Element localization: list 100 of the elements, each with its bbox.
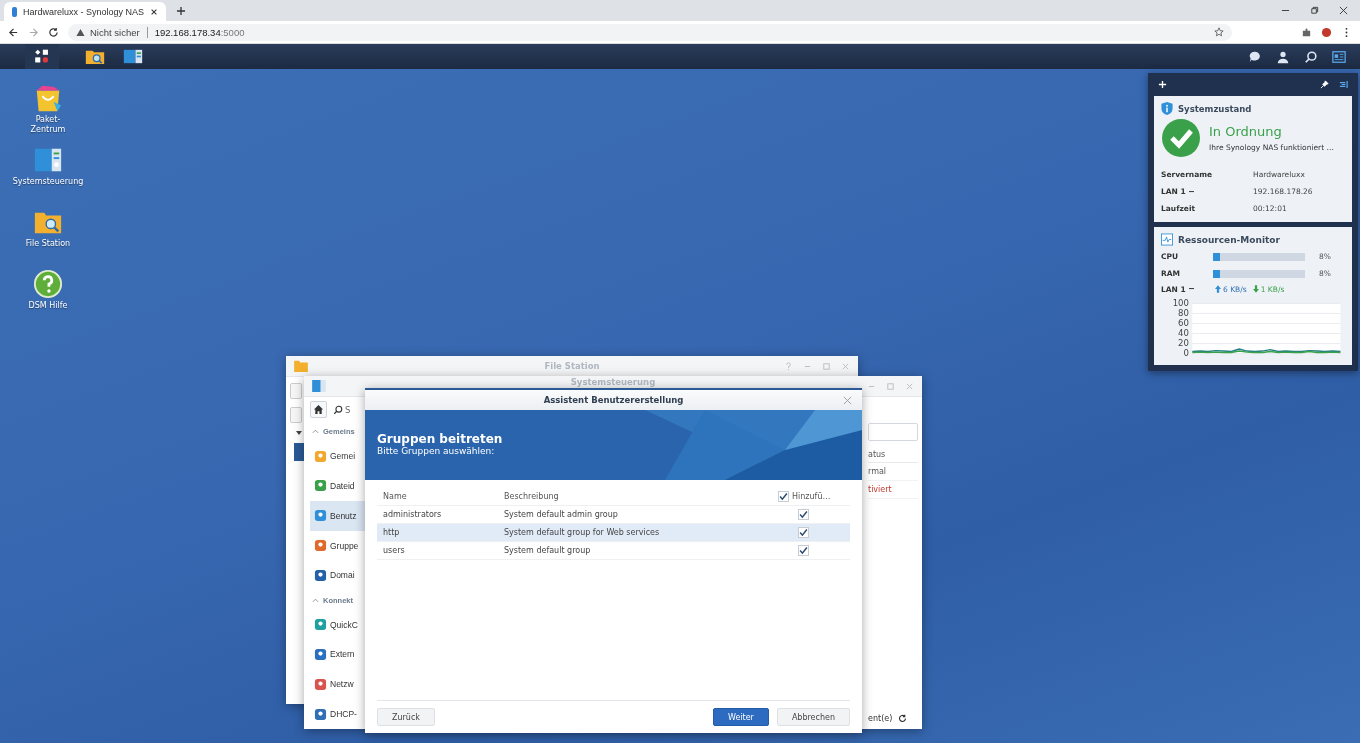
close-icon[interactable] bbox=[1339, 6, 1348, 15]
sidebar-item[interactable]: QuickC bbox=[310, 609, 365, 640]
folder-icon bbox=[294, 360, 308, 372]
column-header[interactable]: Beschreibung bbox=[504, 492, 774, 501]
star-icon[interactable] bbox=[1214, 27, 1224, 37]
upload-arrow-icon bbox=[1215, 285, 1221, 293]
home-button[interactable] bbox=[310, 401, 327, 418]
checkbox[interactable] bbox=[798, 509, 809, 520]
sidebar-item[interactable]: Netzw bbox=[310, 669, 365, 700]
sidebar-item[interactable]: DHCP- bbox=[310, 699, 365, 729]
wizard-subheading: Bitte Gruppen auswählen: bbox=[377, 446, 496, 456]
checkmark-icon bbox=[799, 527, 808, 538]
widgets-icon[interactable] bbox=[1332, 49, 1346, 64]
checkmark-icon bbox=[799, 509, 808, 520]
reload-icon[interactable] bbox=[48, 26, 59, 38]
caret-icon[interactable] bbox=[296, 431, 302, 435]
next-button[interactable]: Weiter bbox=[712, 708, 769, 726]
browser-tab[interactable]: Hardwareluxx - Synology NAS bbox=[4, 2, 166, 21]
dialog-title: Assistent Benutzererstellung bbox=[543, 395, 684, 405]
table-cell-text: System default group for Web services bbox=[504, 528, 661, 537]
column-header[interactable]: Name bbox=[377, 492, 504, 501]
search-field[interactable]: S bbox=[345, 404, 365, 415]
sidebar-item[interactable]: Gruppe bbox=[310, 530, 365, 561]
table-cell-text: users bbox=[382, 546, 406, 555]
sidebar-item[interactable]: Gemei bbox=[310, 441, 365, 472]
help-icon bbox=[33, 269, 63, 299]
window-title: Systemsteuerung bbox=[570, 377, 656, 387]
sidebar-item[interactable]: Benutz bbox=[310, 500, 365, 531]
app-icon bbox=[314, 568, 327, 582]
address-field[interactable]: Nicht sicher 192.168.178.34:5000 bbox=[68, 23, 1232, 41]
app-icon bbox=[314, 509, 327, 523]
wizard-heading: Gruppen beitreten bbox=[377, 432, 504, 446]
checkbox[interactable] bbox=[798, 527, 809, 538]
shortcut-label: File Station bbox=[25, 239, 71, 249]
checkmark-icon bbox=[799, 545, 808, 556]
app-icon bbox=[314, 647, 327, 661]
axis-tick: 0 bbox=[1183, 348, 1189, 359]
app-icon bbox=[314, 479, 327, 493]
checkbox[interactable] bbox=[778, 491, 789, 502]
control-panel-icon bbox=[123, 48, 143, 65]
folder-search-icon bbox=[85, 48, 105, 65]
shortcut-label: Systemsteuerung bbox=[12, 177, 84, 187]
app-icon bbox=[314, 539, 327, 553]
sidebar-item[interactable]: Extern bbox=[310, 639, 365, 670]
search-icon bbox=[333, 404, 343, 415]
user-icon[interactable] bbox=[1276, 49, 1290, 64]
back-button[interactable]: Zurück bbox=[377, 708, 435, 726]
checkbox[interactable] bbox=[798, 545, 809, 556]
profile-icon[interactable] bbox=[1321, 26, 1332, 38]
item-count: ent(e) bbox=[868, 714, 893, 723]
close-icon[interactable] bbox=[150, 7, 158, 16]
shortcut-label: DSM Hilfe bbox=[28, 301, 68, 311]
back-icon[interactable] bbox=[8, 26, 19, 38]
puzzle-icon[interactable] bbox=[1301, 26, 1312, 38]
site-favicon-icon bbox=[12, 6, 17, 17]
download-arrow-icon bbox=[1252, 285, 1259, 293]
axis-tick: 40 bbox=[1178, 328, 1189, 339]
table-cell-text: System default admin group bbox=[504, 510, 619, 519]
axis-tick: 20 bbox=[1178, 338, 1189, 349]
app-icon bbox=[314, 618, 327, 632]
control-panel-icon bbox=[312, 380, 326, 392]
table-cell-text: System default group bbox=[504, 546, 592, 555]
cancel-button[interactable]: Abbrechen bbox=[776, 708, 850, 726]
collapse-icon[interactable] bbox=[1339, 79, 1348, 89]
chat-icon[interactable] bbox=[1248, 49, 1262, 64]
checkmark-icon bbox=[779, 491, 788, 502]
table-row[interactable]: users System default group bbox=[377, 542, 850, 560]
table-cell-text: administrators bbox=[382, 510, 443, 519]
caret-icon bbox=[1188, 189, 1194, 194]
caret-icon bbox=[1188, 287, 1194, 291]
filter-field[interactable] bbox=[868, 423, 918, 441]
table-cell-text: http bbox=[382, 528, 401, 537]
chevron-icon bbox=[312, 597, 319, 603]
chevron-icon bbox=[312, 429, 319, 435]
app-icon bbox=[314, 707, 327, 721]
add-icon[interactable] bbox=[1158, 79, 1167, 89]
restore-icon[interactable] bbox=[1310, 6, 1319, 15]
search-icon[interactable] bbox=[1304, 49, 1318, 64]
table-cell: tiviert bbox=[868, 481, 918, 499]
axis-tick: 80 bbox=[1178, 308, 1189, 319]
shortcut-label: Paket- Zentrum bbox=[30, 115, 66, 135]
column-header[interactable]: Hinzufü… bbox=[792, 492, 831, 501]
window-title: File Station bbox=[544, 361, 600, 371]
warning-icon bbox=[76, 27, 85, 37]
app-icon bbox=[314, 449, 327, 463]
new-tab-icon[interactable] bbox=[176, 6, 186, 16]
checkmark-icon bbox=[1161, 118, 1201, 158]
pin-icon[interactable] bbox=[1320, 79, 1329, 89]
sidebar-item[interactable]: Dateid bbox=[310, 471, 365, 501]
refresh-icon[interactable] bbox=[898, 714, 908, 723]
status-text: In Ordnung bbox=[1209, 124, 1283, 139]
axis-tick: 100 bbox=[1172, 298, 1189, 309]
widget-title: Ressourcen-Monitor bbox=[1178, 234, 1280, 245]
main-menu-button[interactable] bbox=[25, 44, 59, 69]
column-header[interactable]: atus bbox=[868, 447, 918, 463]
home-icon bbox=[313, 404, 324, 415]
table-row[interactable]: http System default group for Web services bbox=[377, 524, 850, 542]
app-icon bbox=[314, 677, 327, 691]
widget-title: Systemzustand bbox=[1178, 103, 1252, 114]
sidebar-item[interactable]: Domai bbox=[310, 560, 365, 591]
